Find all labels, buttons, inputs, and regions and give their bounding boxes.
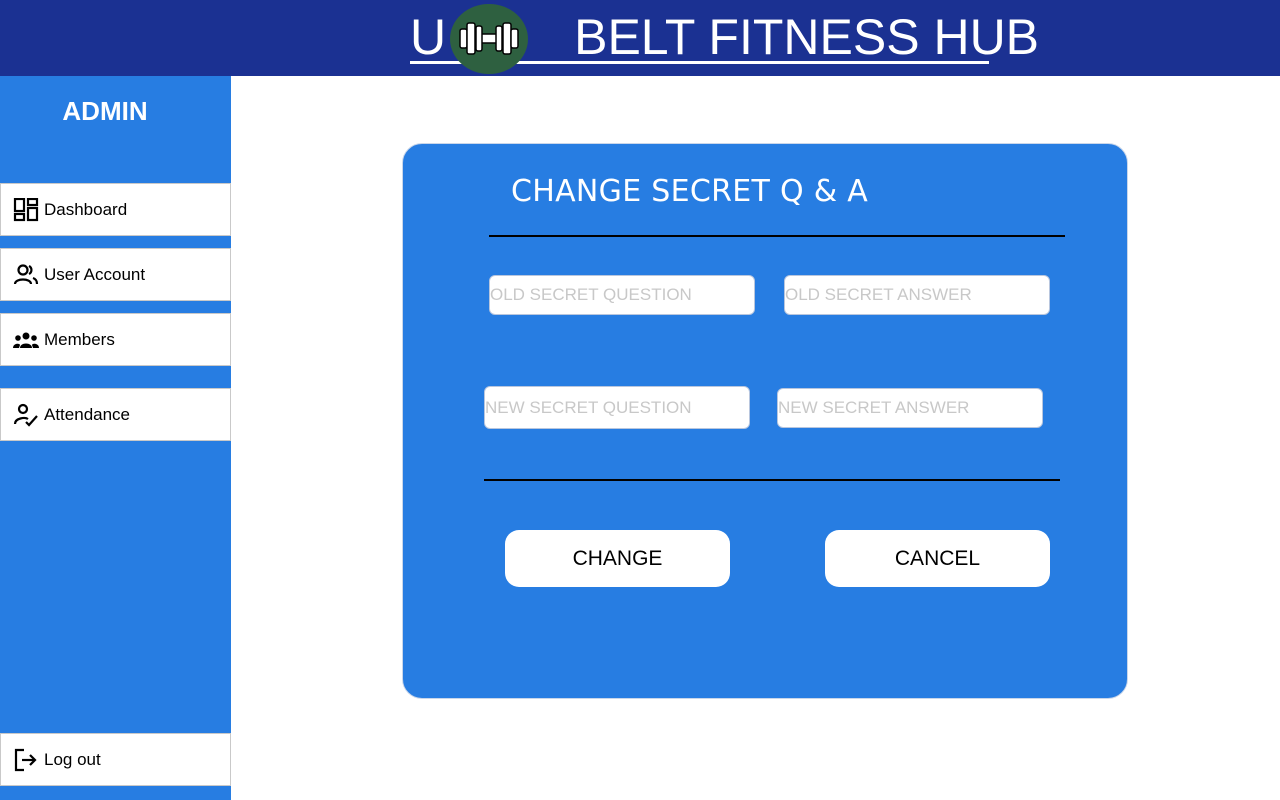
user-account-icon <box>13 264 39 285</box>
cancel-button[interactable]: CANCEL <box>825 530 1050 587</box>
sidebar-item-dashboard[interactable]: Dashboard <box>0 183 231 236</box>
logo <box>450 4 528 74</box>
old-secret-answer-input[interactable] <box>784 275 1050 315</box>
attendance-icon <box>13 403 38 427</box>
sidebar-item-attendance[interactable]: Attendance <box>0 388 231 441</box>
role-label: ADMIN <box>62 96 148 126</box>
new-secret-answer-input[interactable] <box>777 388 1043 428</box>
old-secret-question-input[interactable] <box>489 275 755 315</box>
logout-icon <box>14 748 37 772</box>
new-secret-question-input[interactable] <box>484 386 750 429</box>
sidebar: ADMIN Dashboard User Account Members Att… <box>0 76 231 800</box>
logout-button[interactable]: Log out <box>0 733 231 786</box>
sidebar-item-label: Attendance <box>44 405 131 424</box>
members-icon <box>13 332 39 348</box>
app-title-prefix: U <box>410 9 447 65</box>
dumbbell-icon <box>459 22 519 55</box>
title-divider <box>489 235 1065 237</box>
form-title: CHANGE SECRET Q & A <box>511 174 869 209</box>
sidebar-item-user-account[interactable]: User Account <box>0 248 231 301</box>
change-secret-card: CHANGE SECRET Q & A CHANGE CANCEL <box>402 143 1128 699</box>
sidebar-item-label: Members <box>44 330 115 349</box>
dashboard-icon <box>13 198 39 222</box>
sidebar-item-label: User Account <box>44 265 146 284</box>
app-title-suffix: BELT FITNESS HUB <box>574 9 1040 65</box>
change-button[interactable]: CHANGE <box>505 530 730 587</box>
app-header: U BELT FITNESS HUB <box>0 0 1280 76</box>
sidebar-item-members[interactable]: Members <box>0 313 231 366</box>
fields-divider <box>484 479 1060 481</box>
logout-label: Log out <box>44 750 101 769</box>
sidebar-item-label: Dashboard <box>44 200 128 219</box>
